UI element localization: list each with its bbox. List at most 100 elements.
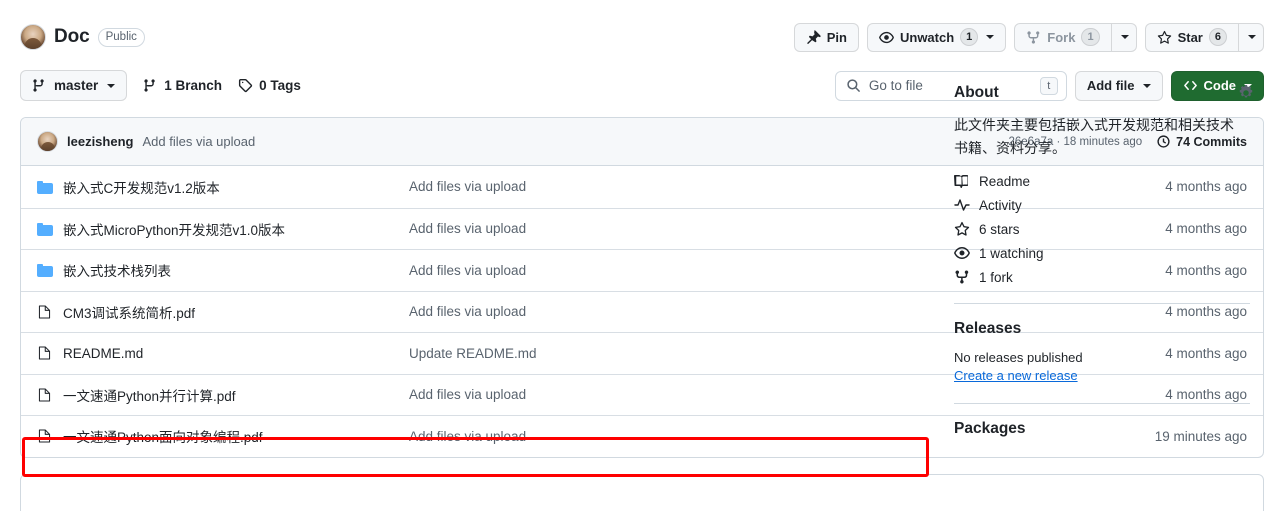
- file-icon: [37, 345, 63, 361]
- divider: [954, 403, 1250, 404]
- about-link-6-stars[interactable]: 6 stars: [954, 221, 1254, 237]
- file-icon: [37, 428, 63, 444]
- packages-title: Packages: [954, 420, 1254, 438]
- folder-icon: [37, 263, 53, 277]
- avatar: [37, 131, 58, 152]
- gear-icon[interactable]: [1238, 85, 1254, 101]
- about-title: About: [954, 84, 999, 102]
- chevron-down-icon: [1121, 35, 1129, 39]
- file-name-link[interactable]: CM3调试系统简析.pdf: [63, 306, 195, 321]
- fork-label: Fork: [1047, 30, 1075, 45]
- page-title[interactable]: Doc: [54, 26, 90, 48]
- star-button[interactable]: Star 6: [1145, 23, 1238, 52]
- status-badge: Public: [98, 28, 145, 47]
- chevron-down-icon: [1248, 35, 1256, 39]
- fork-button-group: Fork 1: [1014, 23, 1136, 52]
- about-link-label: Readme: [979, 174, 1030, 189]
- star-dropdown-button[interactable]: [1238, 23, 1264, 52]
- file-name-link[interactable]: 一文速通Python面向对象编程.pdf: [63, 430, 263, 445]
- commit-message-link[interactable]: Update README.md: [409, 346, 537, 361]
- branch-count-link[interactable]: 1 Branch: [143, 78, 222, 93]
- commit-message-link[interactable]: Add files via upload: [409, 221, 526, 236]
- about-description: 此文件夹主要包括嵌入式开发规范和相关技术书籍、资料分享。: [954, 114, 1240, 159]
- folder-icon: [37, 222, 53, 236]
- file-name-cell: 嵌入式技术栈列表: [63, 260, 409, 280]
- divider: [954, 303, 1250, 304]
- file-name-cell: 一文速通Python面向对象编程.pdf: [63, 426, 409, 446]
- branch-count-label: 1 Branch: [164, 78, 222, 93]
- fork-button[interactable]: Fork 1: [1014, 23, 1110, 52]
- fork-dropdown-button[interactable]: [1111, 23, 1137, 52]
- eye-icon: [954, 245, 970, 261]
- star-icon: [1157, 30, 1172, 45]
- file-icon: [37, 304, 63, 320]
- about-link-readme[interactable]: Readme: [954, 173, 1254, 189]
- chevron-down-icon: [107, 84, 115, 88]
- file-name-link[interactable]: 嵌入式C开发规范v1.2版本: [63, 181, 220, 196]
- repository-identity: Doc Public: [20, 24, 145, 50]
- star-button-group: Star 6: [1145, 23, 1264, 52]
- fork-counter: 1: [1081, 28, 1099, 46]
- about-link-1-watching[interactable]: 1 watching: [954, 245, 1254, 261]
- commit-message-link[interactable]: Add files via upload: [409, 304, 526, 319]
- unwatch-button[interactable]: Unwatch 1: [867, 23, 1006, 52]
- commit-message[interactable]: Add files via upload: [142, 134, 255, 149]
- chevron-down-icon[interactable]: [986, 35, 994, 39]
- tag-count-label: 0 Tags: [259, 78, 301, 93]
- fork-icon: [1026, 30, 1041, 45]
- about-link-activity[interactable]: Activity: [954, 197, 1254, 213]
- file-name-cell: 嵌入式C开发规范v1.2版本: [63, 177, 409, 197]
- branch-icon: [143, 78, 158, 93]
- repository-header: Doc Public Pin Unwatch 1: [0, 0, 1280, 58]
- header-actions: Pin Unwatch 1 Fork 1: [794, 23, 1264, 52]
- branch-icon: [32, 78, 47, 93]
- star-icon: [954, 221, 970, 237]
- star-counter: 6: [1209, 28, 1227, 46]
- file-name-cell: README.md: [63, 346, 409, 361]
- file-name-link[interactable]: 一文速通Python并行计算.pdf: [63, 389, 236, 404]
- tag-count-link[interactable]: 0 Tags: [238, 78, 301, 93]
- file-name-link[interactable]: 嵌入式技术栈列表: [63, 264, 171, 279]
- commit-author[interactable]: leezisheng: [67, 134, 133, 149]
- unwatch-label: Unwatch: [900, 30, 954, 45]
- file-name-cell: 一文速通Python并行计算.pdf: [63, 385, 409, 405]
- folder-icon: [37, 263, 63, 277]
- watch-counter: 1: [960, 28, 978, 46]
- about-link-label: Activity: [979, 198, 1022, 213]
- create-release-link[interactable]: Create a new release: [954, 368, 1078, 383]
- commit-message-link[interactable]: Add files via upload: [409, 387, 526, 402]
- book-icon: [954, 173, 970, 189]
- readme-panel: [20, 474, 1264, 511]
- file-name-cell: CM3调试系统简析.pdf: [63, 302, 409, 322]
- eye-icon: [879, 30, 894, 45]
- avatar: [20, 24, 46, 50]
- folder-icon: [37, 180, 53, 194]
- about-sidebar: About 此文件夹主要包括嵌入式开发规范和相关技术书籍、资料分享。 Readm…: [954, 84, 1254, 438]
- commit-message-link[interactable]: Add files via upload: [409, 179, 526, 194]
- releases-note: No releases published: [954, 350, 1254, 365]
- file-name-link[interactable]: 嵌入式MicroPython开发规范v1.0版本: [63, 223, 285, 238]
- pin-icon: [806, 30, 821, 45]
- about-link-label: 1 watching: [979, 246, 1044, 261]
- search-icon: [846, 78, 861, 93]
- star-label: Star: [1178, 30, 1203, 45]
- about-link-1-fork[interactable]: 1 fork: [954, 269, 1254, 285]
- branch-selector[interactable]: master: [20, 70, 127, 101]
- pin-button[interactable]: Pin: [794, 23, 859, 52]
- about-link-label: 1 fork: [979, 270, 1013, 285]
- folder-icon: [37, 222, 63, 236]
- repository-page: Doc Public Pin Unwatch 1: [0, 0, 1280, 511]
- folder-icon: [37, 180, 63, 194]
- branch-name: master: [54, 78, 98, 93]
- about-header: About: [954, 84, 1254, 102]
- file-name-cell: 嵌入式MicroPython开发规范v1.0版本: [63, 219, 409, 239]
- commit-message-link[interactable]: Add files via upload: [409, 263, 526, 278]
- commit-message-link[interactable]: Add files via upload: [409, 429, 526, 444]
- about-links: Readme Activity 6 stars 1 watching 1 fork: [954, 173, 1254, 285]
- releases-title: Releases: [954, 320, 1254, 338]
- pin-label: Pin: [827, 30, 847, 45]
- about-link-label: 6 stars: [979, 222, 1020, 237]
- file-icon: [37, 387, 63, 403]
- pulse-icon: [954, 197, 970, 213]
- file-name-link[interactable]: README.md: [63, 346, 143, 361]
